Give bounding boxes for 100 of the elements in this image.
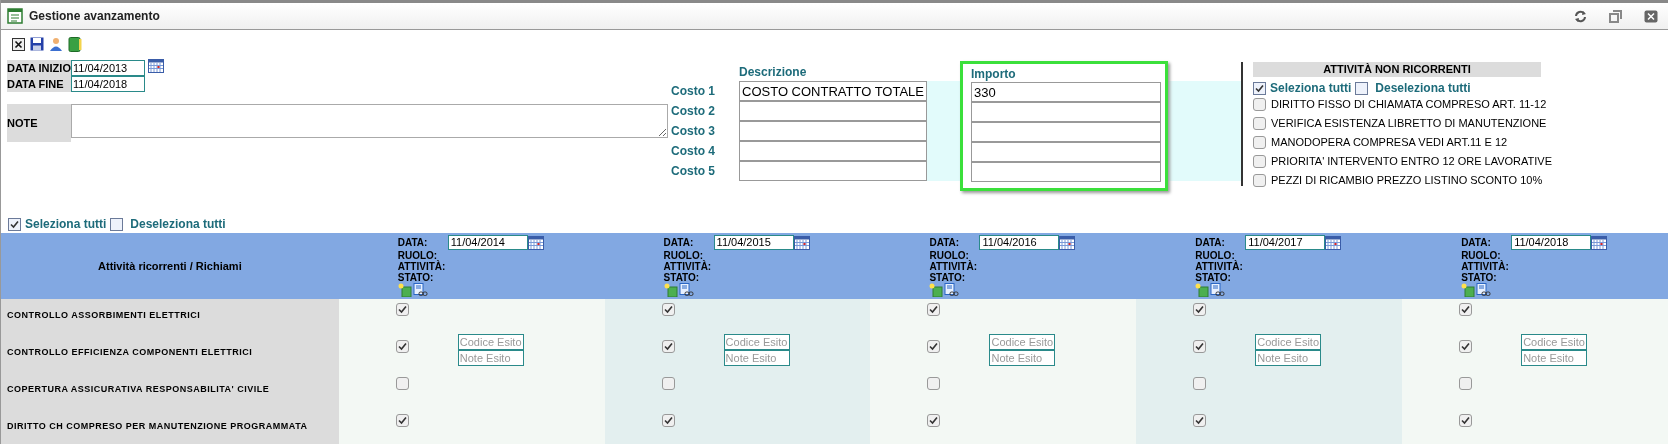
activity-name: COPERTURA ASSICURATIVA RESPONSABILITA' CIVILE — [7, 383, 270, 396]
activity-checkbox[interactable] — [1193, 414, 1207, 427]
description-field[interactable] — [739, 101, 927, 121]
linked-document-icon[interactable] — [412, 283, 428, 297]
description-field[interactable] — [739, 161, 927, 181]
activity-checkbox[interactable] — [661, 377, 675, 390]
amount-field[interactable] — [971, 102, 1161, 122]
activity-checkbox[interactable] — [1253, 155, 1266, 168]
role-label: RUOLO: — [1195, 250, 1236, 261]
date-field[interactable]: 11/04/2013 — [71, 60, 145, 76]
restore-icon[interactable] — [1609, 9, 1622, 23]
select-all-label[interactable]: Seleziona tutti — [25, 218, 107, 231]
cost-label: Costo 4 — [670, 143, 716, 160]
outcome-code-field[interactable]: Codice Esito — [1255, 334, 1322, 350]
column-header: Attività ricorrenti / Richiami — [98, 258, 242, 274]
activity-checkbox[interactable] — [1193, 340, 1207, 353]
activity-checkbox[interactable] — [661, 340, 675, 353]
outcome-notes-field[interactable]: Note Esito — [457, 350, 524, 366]
linked-document-icon[interactable] — [1476, 283, 1492, 297]
amount-field[interactable]: 330 — [971, 82, 1161, 102]
deselect-all-label[interactable]: Deseleziona tutti — [130, 218, 226, 231]
role-label: RUOLO: — [929, 250, 970, 261]
close-icon[interactable] — [1644, 9, 1658, 23]
outcome-notes-field[interactable]: Note Esito — [1521, 350, 1588, 366]
cost-label: Costo 1 — [670, 83, 716, 100]
note-field[interactable] — [71, 104, 668, 138]
activity-label: ATTIVITÀ: — [663, 261, 713, 272]
date-label: DATA FINE — [7, 76, 71, 92]
date-field[interactable]: 11/04/2017 — [1245, 235, 1326, 250]
save-icon[interactable] — [30, 37, 44, 51]
activity-checkbox[interactable] — [395, 414, 409, 427]
select-all-checkbox[interactable] — [8, 218, 21, 231]
role-label: RUOLO: — [663, 250, 704, 261]
activity-checkbox[interactable] — [395, 340, 409, 353]
activity-checkbox[interactable] — [1253, 136, 1266, 149]
deselect-all-label[interactable]: Deseleziona tutti — [1375, 82, 1471, 95]
activity-checkbox[interactable] — [927, 377, 941, 390]
form-icon — [7, 8, 23, 24]
activity-checkbox[interactable] — [661, 303, 675, 316]
activity-checkbox[interactable] — [1253, 98, 1266, 111]
book-icon[interactable] — [68, 36, 82, 52]
activity-checkbox[interactable] — [661, 414, 675, 427]
calendar-icon[interactable] — [527, 235, 544, 250]
activity-checkbox[interactable] — [395, 377, 409, 390]
activity-checkbox[interactable] — [1193, 303, 1207, 316]
outcome-notes-field[interactable]: Note Esito — [723, 350, 790, 366]
calendar-icon[interactable] — [793, 235, 810, 250]
activity-name: CONTROLLO EFFICIENZA COMPONENTI ELETTRICI — [7, 346, 253, 359]
activity-checkbox[interactable] — [395, 303, 409, 316]
user-icon[interactable] — [49, 37, 63, 51]
amount-field[interactable] — [971, 122, 1161, 142]
date-field[interactable]: 11/04/2018 — [71, 76, 145, 92]
activity-checkbox[interactable] — [1459, 377, 1473, 390]
close-box-icon[interactable] — [12, 37, 25, 51]
activity-checkbox[interactable] — [1459, 340, 1473, 353]
outcome-notes-field[interactable]: Note Esito — [989, 350, 1056, 366]
outcome-code-field[interactable]: Codice Esito — [457, 334, 524, 350]
activity-checkbox[interactable] — [1459, 303, 1473, 316]
panel-header: ATTIVITÀ NON RICORRENTI — [1253, 62, 1541, 77]
calendar-icon[interactable] — [1325, 235, 1342, 250]
status-label: STATO: — [663, 272, 701, 283]
activity-checkbox[interactable] — [1193, 377, 1207, 390]
activity-checkbox[interactable] — [1253, 174, 1266, 187]
activity-checkbox[interactable] — [1459, 414, 1473, 427]
date-field[interactable]: 11/04/2015 — [713, 235, 794, 250]
description-field[interactable] — [739, 121, 927, 141]
activity-label: ATTIVITÀ: — [1461, 261, 1510, 272]
date-field[interactable]: 11/04/2018 — [1511, 235, 1592, 250]
outcome-code-field[interactable]: Codice Esito — [1521, 334, 1588, 350]
date-field[interactable]: 11/04/2016 — [979, 235, 1060, 250]
activity-label: ATTIVITÀ: — [929, 261, 979, 272]
description-field[interactable] — [739, 141, 927, 161]
linked-document-icon[interactable] — [1210, 283, 1226, 297]
deselect-all-checkbox[interactable] — [1355, 82, 1369, 95]
status-label: STATO: — [1195, 272, 1232, 283]
date-label: DATA: — [663, 237, 695, 248]
calendar-icon[interactable] — [1059, 235, 1076, 250]
outcome-code-field[interactable]: Codice Esito — [723, 334, 790, 350]
deselect-all-checkbox[interactable] — [110, 218, 124, 231]
description-field[interactable]: COSTO CONTRATTO TOTALE — [739, 81, 927, 101]
cost-label: Costo 3 — [670, 123, 716, 140]
amount-header: Importo — [971, 66, 1017, 82]
calendar-icon[interactable] — [148, 59, 164, 73]
activity-checkbox[interactable] — [927, 340, 941, 353]
select-all-label[interactable]: Seleziona tutti — [1270, 82, 1352, 95]
activity-checkbox[interactable] — [927, 303, 941, 316]
date-field[interactable]: 11/04/2014 — [447, 235, 528, 250]
linked-document-icon[interactable] — [944, 283, 960, 297]
amount-field[interactable] — [971, 142, 1161, 162]
refresh-icon[interactable] — [1574, 9, 1587, 23]
select-all-checkbox[interactable] — [1253, 82, 1266, 95]
cost-label: Costo 5 — [670, 163, 716, 180]
amount-field[interactable] — [971, 162, 1161, 182]
note-label: NOTE — [7, 104, 71, 142]
linked-document-icon[interactable] — [678, 283, 694, 297]
activity-checkbox[interactable] — [1253, 117, 1266, 130]
calendar-icon[interactable] — [1591, 235, 1608, 250]
outcome-code-field[interactable]: Codice Esito — [989, 334, 1056, 350]
outcome-notes-field[interactable]: Note Esito — [1255, 350, 1322, 366]
activity-checkbox[interactable] — [927, 414, 941, 427]
